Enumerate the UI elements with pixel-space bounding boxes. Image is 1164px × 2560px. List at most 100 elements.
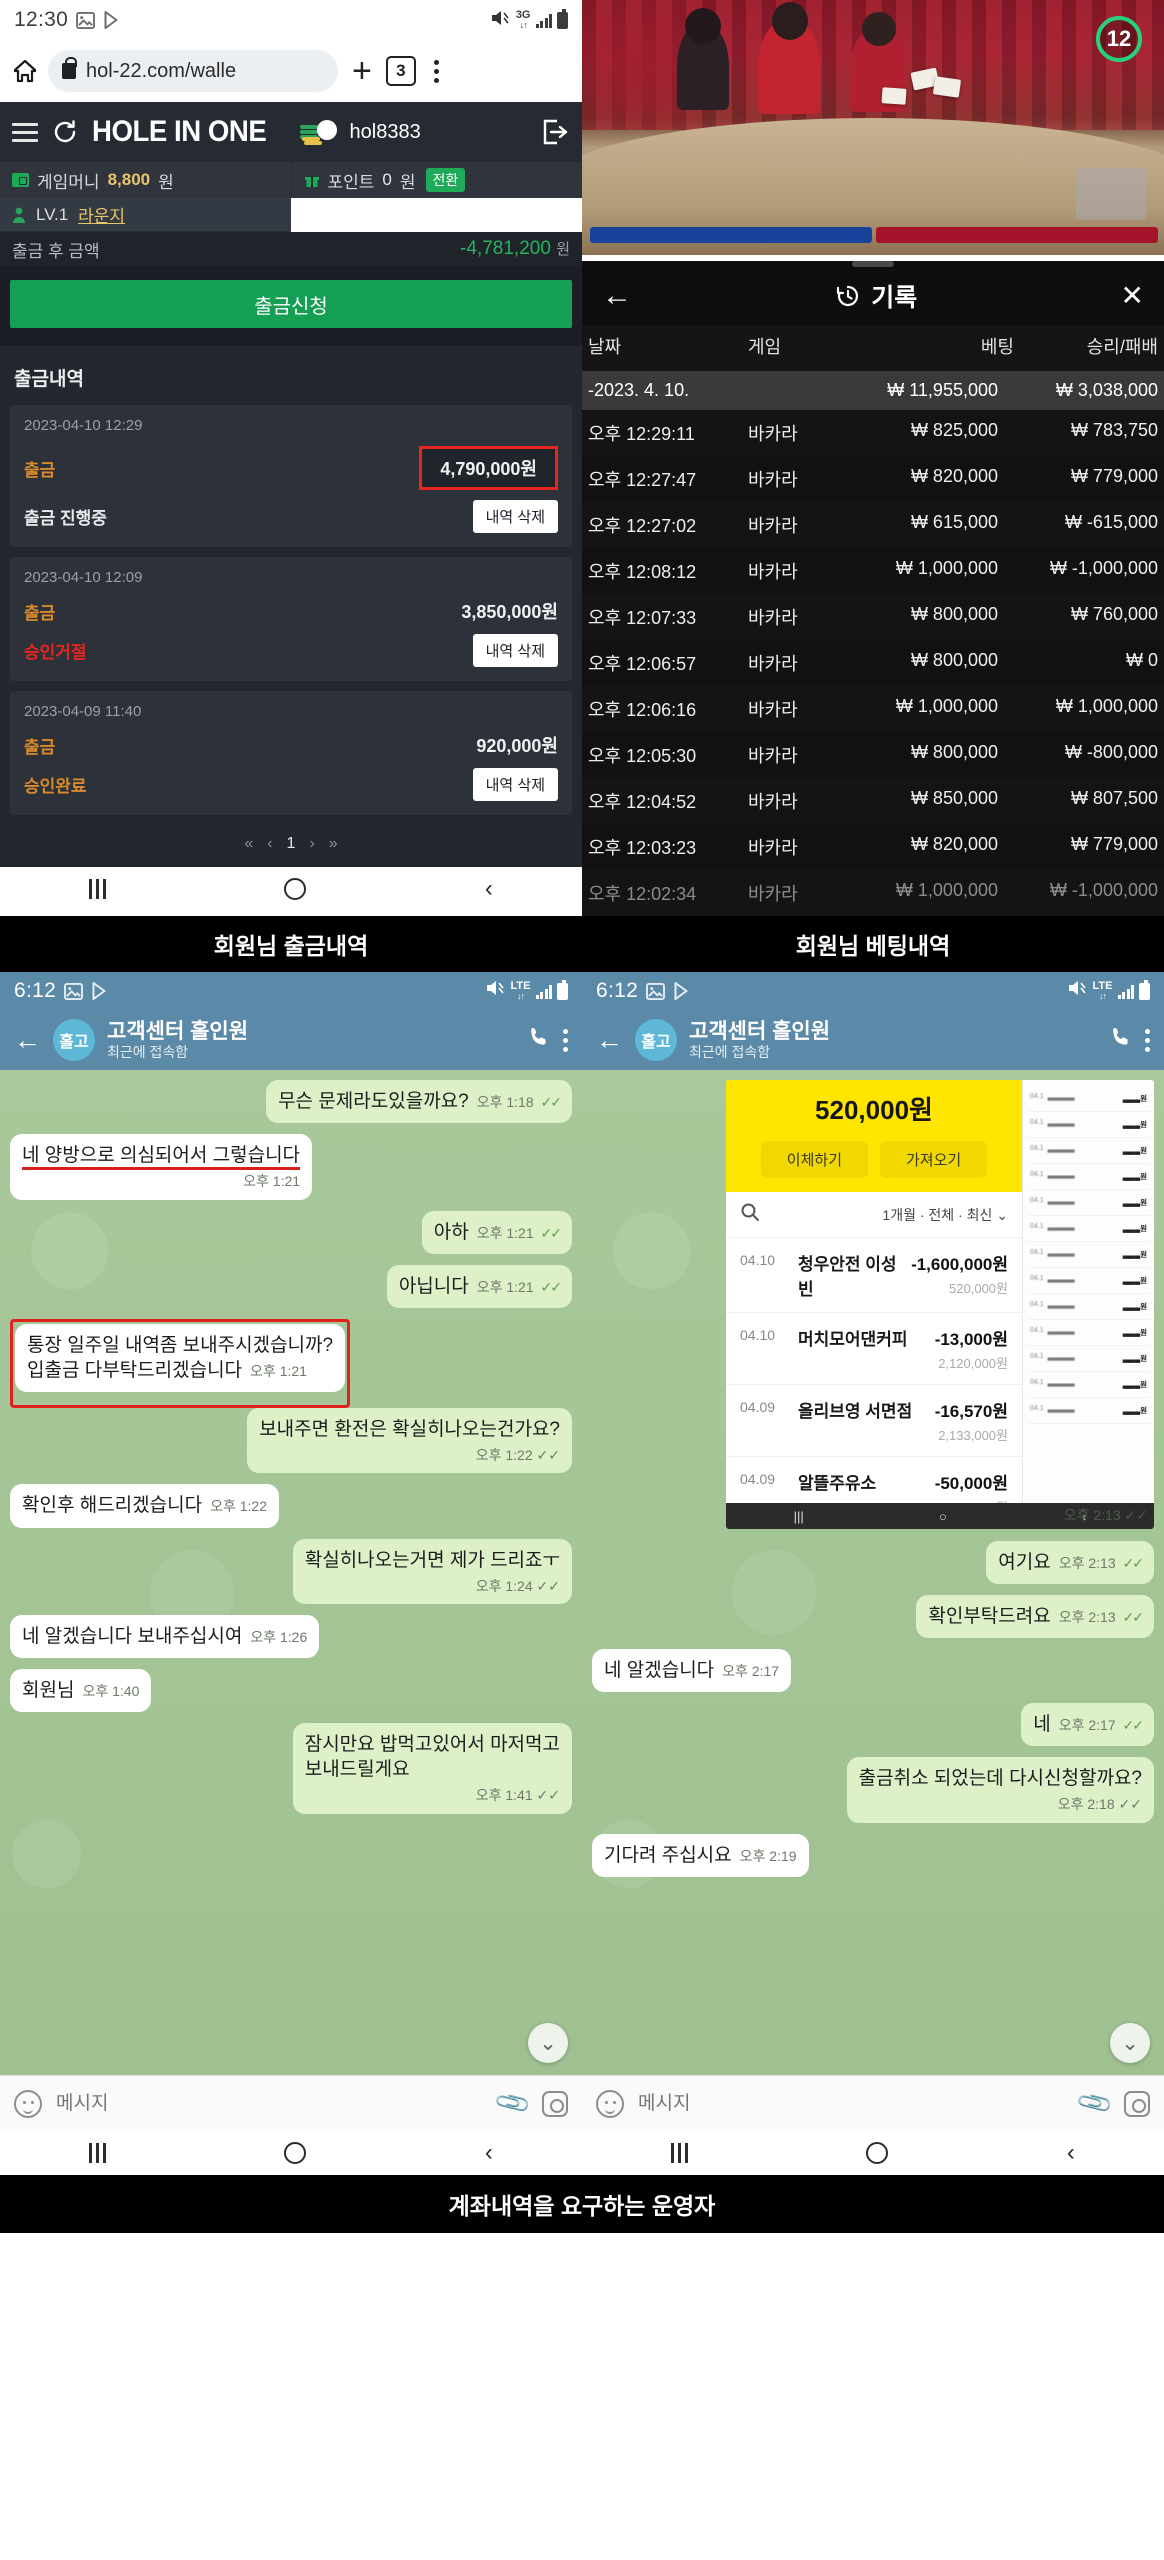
bank-filter-select[interactable]: 1개월 · 전체 · 최신 ⌄ bbox=[882, 1205, 1008, 1225]
bank-statement-screenshot[interactable]: 520,000원 이체하기 가져오기 1개월 · 전체 · 최신 ⌄ 04.10… bbox=[726, 1080, 1154, 1529]
row-amount: 3,850,000원 bbox=[461, 602, 558, 622]
pager-current[interactable]: 1 bbox=[287, 835, 296, 853]
back-arrow-icon[interactable]: ← bbox=[596, 1026, 623, 1054]
golf-avatar-icon bbox=[299, 117, 340, 147]
chat-menu-icon[interactable] bbox=[563, 1028, 568, 1052]
recents-button[interactable] bbox=[89, 879, 107, 899]
bet-time: 오후 12:06:57 bbox=[588, 654, 697, 674]
url-bar[interactable]: hol-22.com/walle bbox=[48, 50, 338, 92]
recents-button[interactable] bbox=[89, 2143, 107, 2163]
refresh-icon[interactable] bbox=[52, 119, 78, 145]
message-timestamp: 오후 1:24 ✓✓ bbox=[475, 1577, 560, 1594]
attachment-icon[interactable]: 📎 bbox=[492, 2083, 533, 2124]
banker-bet-bar[interactable] bbox=[876, 227, 1158, 243]
withdraw-history-title: 출금내역 bbox=[14, 369, 84, 390]
transfer-button[interactable]: 이체하기 bbox=[760, 1141, 868, 1178]
withdraw-request-button[interactable]: 출금신청 bbox=[10, 280, 572, 328]
home-button[interactable] bbox=[284, 2142, 307, 2164]
status-time: 6:12 bbox=[14, 979, 57, 1002]
point-convert-button[interactable]: 전환 bbox=[425, 168, 466, 192]
tx-amount: ▃▃▃원 bbox=[1122, 1302, 1147, 1311]
back-button[interactable]: ‹ bbox=[485, 877, 493, 901]
bank-balance-card: 520,000원 이체하기 가져오기 bbox=[726, 1080, 1022, 1192]
new-tab-button[interactable]: + bbox=[348, 53, 376, 88]
list-item: 04.1 ▃▃▃▃▃ ▃▃▃원 bbox=[1028, 1346, 1149, 1372]
countdown-timer: 12 bbox=[1096, 16, 1142, 62]
caption-withdraw-history: 회원님 출금내역 bbox=[0, 916, 582, 972]
chat-header: ← 홀고 고객센터 홀인원 최근에 접속함 bbox=[0, 1010, 582, 1070]
emoji-icon[interactable] bbox=[596, 2089, 624, 2118]
camera-icon[interactable] bbox=[542, 2090, 568, 2117]
bet-result: ₩ -1,000,000 bbox=[1049, 880, 1158, 900]
back-arrow-icon[interactable]: ← bbox=[14, 1026, 41, 1054]
chat-menu-icon[interactable] bbox=[1145, 1028, 1150, 1052]
avatar: 홀고 bbox=[53, 1019, 95, 1061]
phone-icon[interactable] bbox=[527, 1025, 551, 1055]
bank-main-column: 520,000원 이체하기 가져오기 1개월 · 전체 · 최신 ⌄ 04.10… bbox=[726, 1080, 1022, 1529]
message-composer: 📎 bbox=[0, 2075, 582, 2131]
scroll-to-bottom-button[interactable]: ⌄ bbox=[528, 2023, 568, 2063]
history-title-text: 기록 bbox=[871, 284, 918, 312]
attachment-icon[interactable]: 📎 bbox=[1074, 2083, 1115, 2124]
back-button[interactable]: ‹ bbox=[485, 2141, 493, 2165]
message-timestamp: 오후 2:13 ✓✓ bbox=[1058, 1609, 1144, 1626]
tab-count-button[interactable]: 3 bbox=[385, 56, 416, 86]
phone-icon[interactable] bbox=[1109, 1025, 1133, 1055]
logout-icon[interactable] bbox=[542, 119, 570, 145]
home-button[interactable]: ○ bbox=[939, 1509, 947, 1524]
message-input[interactable] bbox=[638, 2092, 1067, 2115]
hamburger-menu-icon[interactable] bbox=[12, 122, 38, 142]
bet-game: 바카라 bbox=[748, 562, 798, 582]
pager-prev[interactable]: ‹ bbox=[267, 835, 272, 853]
fetch-button[interactable]: 가져오기 bbox=[880, 1141, 988, 1178]
bet-amount: ₩ 1,000,000 bbox=[895, 880, 998, 900]
message-text: 아하 bbox=[433, 1221, 469, 1243]
emoji-icon[interactable] bbox=[14, 2089, 42, 2118]
outgoing-message: 아하 오후 1:21 ✓✓ bbox=[421, 1210, 572, 1254]
play-store-icon bbox=[673, 982, 690, 1000]
message-input[interactable] bbox=[56, 2092, 485, 2115]
tx-balance: 2,133,000원 bbox=[938, 1428, 1008, 1443]
scroll-to-bottom-button[interactable]: ⌄ bbox=[1110, 2023, 1150, 2063]
close-icon[interactable]: ✕ bbox=[1121, 282, 1144, 310]
table-row: 오후 12:05:30 바카라 ₩ 800,000 ₩ -800,000 bbox=[582, 732, 1164, 778]
delete-record-button[interactable]: 내역 삭제 bbox=[472, 500, 558, 533]
tx-date: 04.1 bbox=[1030, 1249, 1044, 1256]
list-item: 04.10 머치모어댄커피 -13,000원 2,120,000원 bbox=[726, 1313, 1022, 1385]
after-withdraw-amount: -4,781,200 원 bbox=[460, 238, 570, 259]
pager-next[interactable]: › bbox=[309, 835, 314, 853]
outgoing-message: 출금취소 되었는데 다시신청할까요? 오후 2:18 ✓✓ bbox=[846, 1757, 1154, 1823]
recents-button[interactable] bbox=[671, 2143, 689, 2163]
android-nav-bar: ‹ bbox=[0, 2131, 582, 2175]
bank-side-list: 04.1 ▃▃▃▃▃ ▃▃▃원 04.1 ▃▃▃▃▃ ▃▃▃원 04.1 ▃▃▃▃▃ ▃▃▃원 0… bbox=[1022, 1080, 1154, 1529]
home-button[interactable] bbox=[284, 878, 307, 900]
row-amount: 920,000원 bbox=[476, 736, 558, 756]
image-icon bbox=[76, 11, 96, 29]
back-button[interactable]: ‹ bbox=[1067, 2141, 1075, 2165]
search-icon[interactable] bbox=[740, 1202, 760, 1227]
home-button[interactable] bbox=[866, 2142, 889, 2164]
player-bet-bar[interactable] bbox=[590, 227, 872, 243]
mute-icon bbox=[486, 980, 506, 1002]
message-row: 회원님 오후 1:40 bbox=[10, 1669, 572, 1723]
pager-last[interactable]: » bbox=[329, 835, 338, 853]
camera-icon[interactable] bbox=[1124, 2090, 1150, 2117]
table-row: 오후 12:04:52 바카라 ₩ 850,000 ₩ 807,500 bbox=[582, 778, 1164, 824]
grade-label[interactable]: 라운지 bbox=[78, 202, 125, 227]
bet-time: 오후 12:07:33 bbox=[588, 608, 697, 628]
level-strip: LV.1 라운지 bbox=[0, 198, 291, 232]
home-icon[interactable] bbox=[12, 58, 38, 84]
delete-record-button[interactable]: 내역 삭제 bbox=[472, 768, 558, 801]
row-type: 출금 bbox=[24, 460, 56, 480]
recents-button[interactable]: ||| bbox=[794, 1509, 804, 1524]
delete-record-button[interactable]: 내역 삭제 bbox=[472, 634, 558, 667]
playing-card bbox=[881, 87, 907, 105]
signal-icon bbox=[535, 984, 552, 999]
browser-menu-icon[interactable] bbox=[426, 56, 447, 87]
pager-first[interactable]: « bbox=[244, 835, 253, 853]
bet-time: 오후 12:08:12 bbox=[588, 562, 697, 582]
tx-name: ▃▃▃▃▃ bbox=[1047, 1406, 1075, 1413]
message-text: 네 알겠습니다 bbox=[604, 1660, 715, 1682]
message-row: 기다려 주십시요 오후 2:19 bbox=[592, 1833, 1154, 1888]
back-arrow-icon[interactable]: ← bbox=[602, 281, 632, 311]
